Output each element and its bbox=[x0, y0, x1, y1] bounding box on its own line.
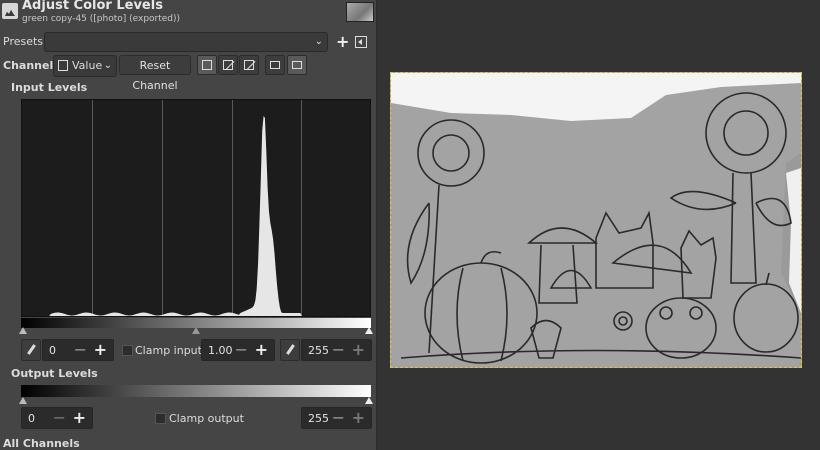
sketch-artwork bbox=[391, 73, 801, 367]
presets-label: Presets: bbox=[3, 35, 47, 48]
linear-histogram-button[interactable] bbox=[197, 55, 217, 75]
output-low-handle[interactable] bbox=[19, 397, 27, 404]
add-preset-icon[interactable]: + bbox=[336, 34, 349, 50]
levels-dialog-panel: Adjust Color Levels green copy-45 ([phot… bbox=[0, 0, 376, 450]
plus-icon[interactable]: + bbox=[94, 341, 107, 359]
dialog-title: Adjust Color Levels bbox=[22, 0, 163, 13]
histogram-view-button[interactable] bbox=[265, 55, 285, 75]
output-low-spinner[interactable]: 0 − + bbox=[21, 407, 93, 429]
gamma-histogram-button[interactable] bbox=[239, 55, 259, 75]
linear-icon bbox=[202, 60, 212, 70]
input-high-handle[interactable] bbox=[365, 327, 373, 334]
image-canvas[interactable] bbox=[390, 72, 802, 368]
chevron-down-icon: ⌄ bbox=[314, 36, 323, 47]
minus-icon[interactable]: − bbox=[332, 409, 345, 427]
input-gamma-value: 1.00 bbox=[208, 344, 233, 357]
value-channel-icon bbox=[58, 60, 68, 71]
gamma-curve-icon bbox=[244, 60, 254, 70]
input-low-handle[interactable] bbox=[19, 327, 27, 334]
black-point-picker[interactable] bbox=[21, 339, 41, 361]
plus-icon[interactable]: + bbox=[352, 409, 365, 427]
channel-combo[interactable]: Value ⌄ bbox=[53, 55, 117, 77]
histogram bbox=[21, 99, 371, 317]
minus-icon[interactable]: − bbox=[235, 341, 248, 359]
minus-icon[interactable]: − bbox=[53, 409, 66, 427]
clamp-output-label: Clamp output bbox=[169, 412, 244, 425]
clamp-output-checkbox[interactable] bbox=[155, 413, 166, 424]
levels-icon bbox=[2, 3, 18, 19]
output-high-value: 255 bbox=[308, 412, 329, 425]
image-thumbnail bbox=[346, 2, 374, 22]
log-histogram-button[interactable] bbox=[218, 55, 238, 75]
output-levels-label: Output Levels bbox=[11, 367, 98, 380]
chevron-down-icon: ⌄ bbox=[103, 60, 112, 71]
white-point-picker[interactable] bbox=[280, 339, 300, 361]
histogram-scale-icon bbox=[292, 61, 302, 69]
presets-combo[interactable]: ⌄ bbox=[44, 32, 328, 52]
input-high-spinner[interactable]: 255 − + bbox=[301, 339, 372, 361]
minus-icon[interactable]: − bbox=[332, 341, 345, 359]
minus-icon[interactable]: − bbox=[74, 341, 87, 359]
input-levels-label: Input Levels bbox=[11, 81, 88, 94]
channel-value: Value bbox=[72, 59, 103, 72]
log-curve-icon bbox=[223, 60, 233, 70]
histogram-scale-button[interactable] bbox=[287, 55, 307, 75]
input-low-value: 0 bbox=[49, 344, 56, 357]
plus-icon[interactable]: + bbox=[73, 409, 86, 427]
output-high-handle[interactable] bbox=[365, 397, 373, 404]
all-channels-label: All Channels bbox=[3, 437, 80, 450]
dialog-subtitle: green copy-45 ([photo] (exported)) bbox=[22, 14, 181, 24]
output-high-spinner[interactable]: 255 − + bbox=[301, 407, 372, 429]
input-high-value: 255 bbox=[308, 344, 329, 357]
histogram-curve bbox=[22, 116, 370, 316]
preset-menu-icon[interactable] bbox=[355, 36, 367, 48]
channel-label: Channel: bbox=[3, 59, 58, 72]
clamp-input-label: Clamp input bbox=[135, 344, 202, 357]
plus-icon[interactable]: + bbox=[352, 341, 365, 359]
output-gradient-bar bbox=[21, 385, 371, 397]
clamp-input-checkbox[interactable] bbox=[122, 345, 133, 356]
output-low-value: 0 bbox=[28, 412, 35, 425]
histogram-view-icon bbox=[270, 61, 280, 69]
input-gamma-spinner[interactable]: 1.00 − + bbox=[201, 339, 275, 361]
histogram-plot bbox=[22, 116, 370, 316]
input-low-spinner[interactable]: 0 − + bbox=[42, 339, 114, 361]
plus-icon[interactable]: + bbox=[255, 341, 268, 359]
input-gamma-handle[interactable] bbox=[192, 327, 200, 334]
reset-channel-button[interactable]: Reset Channel bbox=[119, 55, 191, 92]
